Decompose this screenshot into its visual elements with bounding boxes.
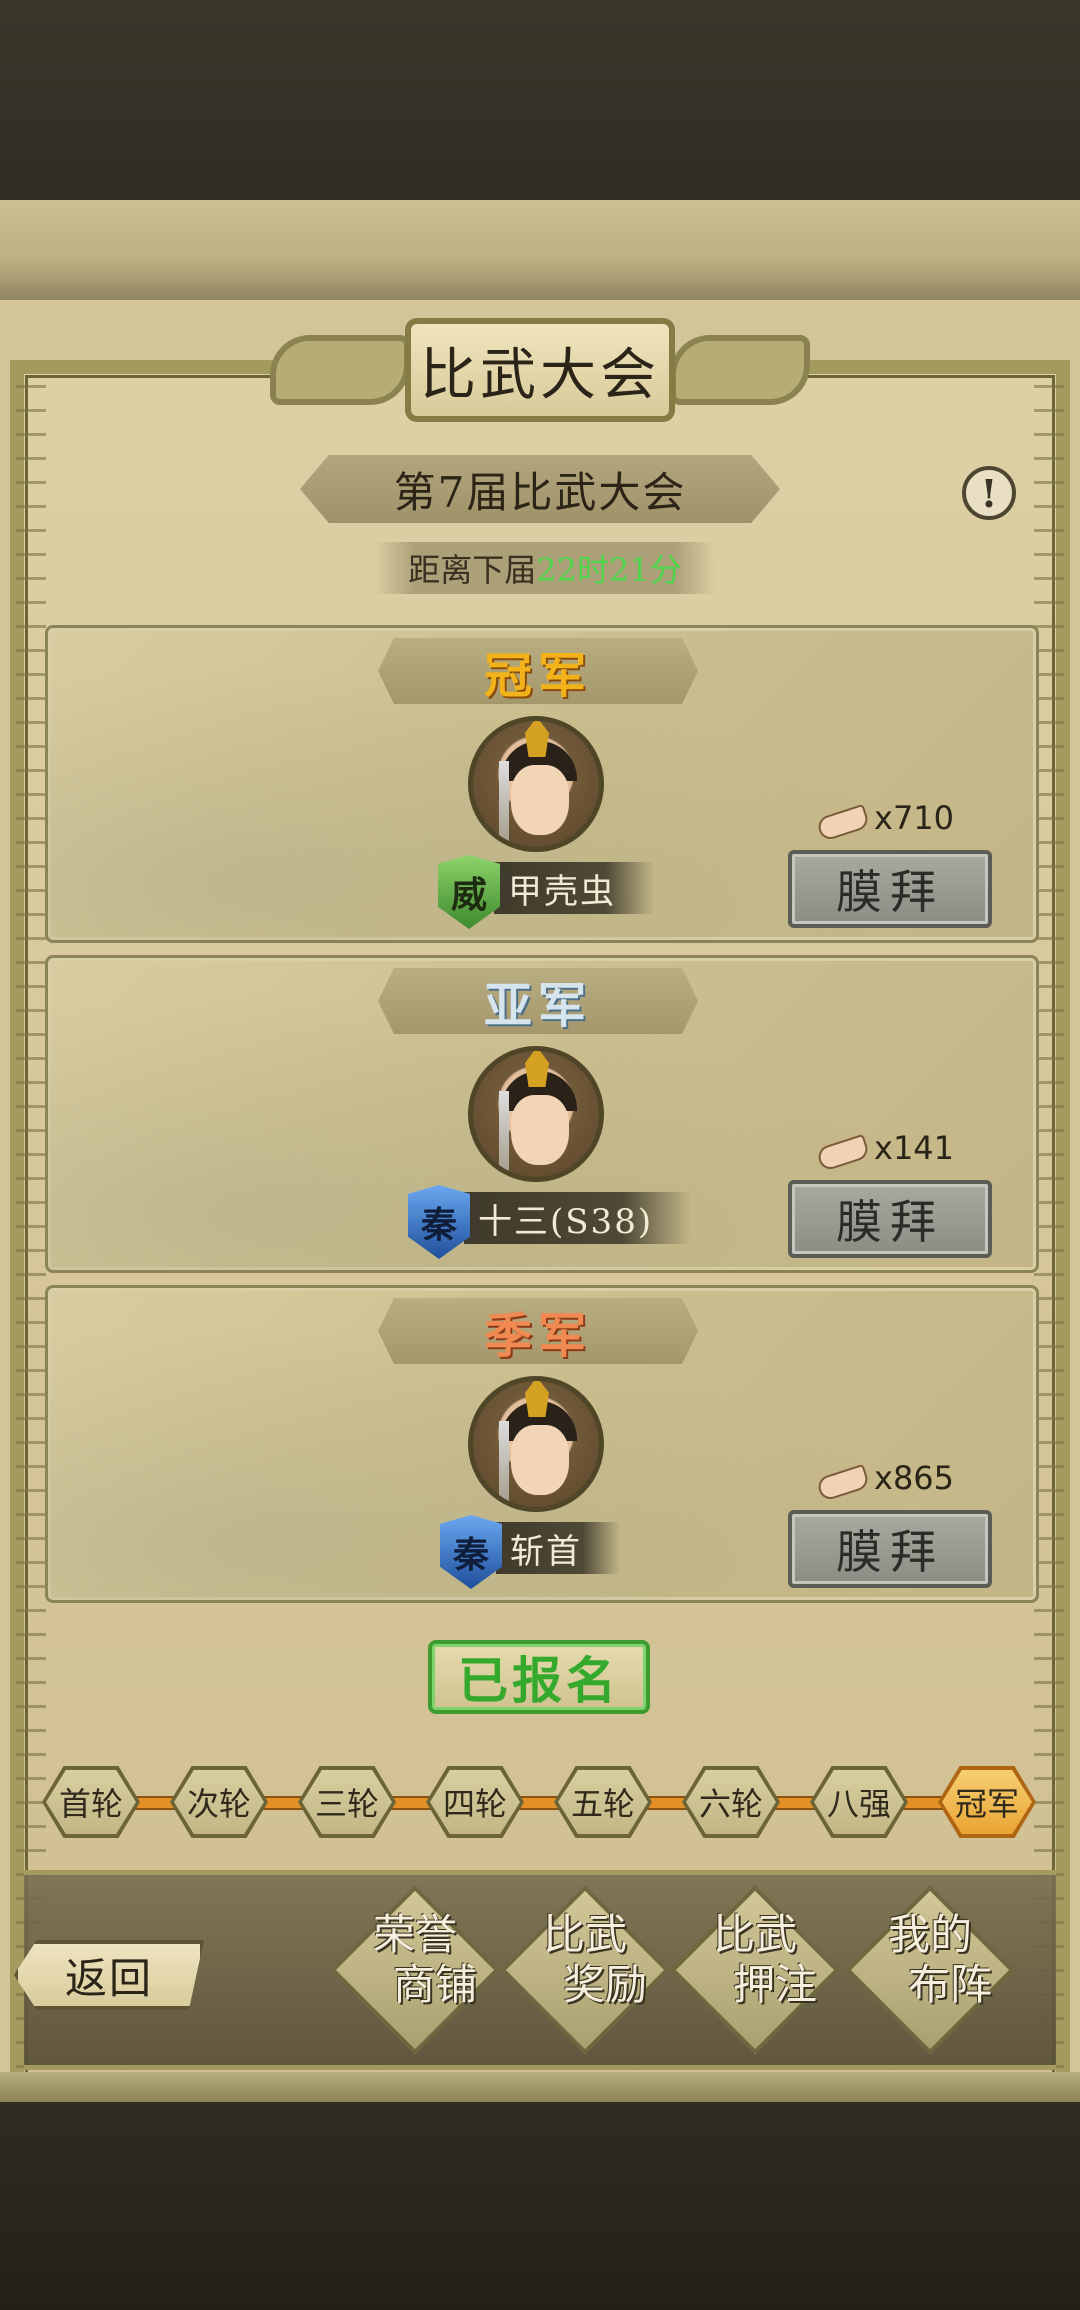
round-final-active[interactable]: 冠军	[938, 1766, 1036, 1838]
round-label: 次轮	[174, 1770, 264, 1834]
runner-up-name-tag: 秦 十三(S38)	[408, 1185, 692, 1259]
round-4[interactable]: 四轮	[426, 1766, 524, 1838]
round-label: 冠军	[942, 1770, 1032, 1834]
session-title: 第7届比武大会	[300, 455, 780, 523]
rank-title-third: 季军	[378, 1298, 698, 1364]
champion-card: 冠军 威 甲壳虫 x710 膜拜	[45, 625, 1039, 943]
bottom-trim	[0, 2072, 1080, 2102]
worship-button[interactable]: 膜拜	[788, 1180, 992, 1258]
rank-title-runner-up: 亚军	[378, 968, 698, 1034]
third-place-name-tag: 秦 斩首	[440, 1515, 620, 1589]
third-place-card: 季军 秦 斩首 x865 膜拜	[45, 1285, 1039, 1603]
champion-avatar[interactable]	[468, 716, 604, 852]
round-2[interactable]: 次轮	[170, 1766, 268, 1838]
third-place-avatar[interactable]	[468, 1376, 604, 1512]
worship-count-value: x141	[874, 1129, 955, 1167]
countdown: 距离下届 22时21分	[375, 542, 715, 594]
title-plaque: 比武大会	[270, 315, 810, 425]
round-quarterfinal[interactable]: 八强	[810, 1766, 908, 1838]
champion-name-tag: 威 甲壳虫	[438, 855, 654, 929]
menu-label: 荣誉 商铺	[372, 1910, 477, 2009]
round-label: 首轮	[46, 1770, 136, 1834]
frame-top-band	[0, 200, 1080, 300]
worship-count: x865	[816, 1456, 954, 1500]
round-label: 四轮	[430, 1770, 520, 1834]
player-name: 甲壳虫	[494, 862, 654, 914]
tournament-rewards-button[interactable]: 比武 奖励	[500, 1885, 670, 2055]
worship-count-value: x865	[874, 1459, 955, 1497]
player-name: 斩首	[496, 1522, 620, 1574]
round-1[interactable]: 首轮	[42, 1766, 140, 1838]
bottom-background	[0, 2100, 1080, 2310]
round-3[interactable]: 三轮	[298, 1766, 396, 1838]
round-label: 八强	[814, 1770, 904, 1834]
round-5[interactable]: 五轮	[554, 1766, 652, 1838]
countdown-time: 22时21分	[536, 551, 682, 589]
runner-up-avatar[interactable]	[468, 1046, 604, 1182]
tournament-bet-button[interactable]: 比武 押注	[670, 1885, 840, 2055]
info-icon[interactable]: !	[962, 466, 1016, 520]
honor-shop-button[interactable]: 荣誉 商铺	[330, 1885, 500, 2055]
faction-emblem-icon: 秦	[408, 1185, 470, 1259]
top-background	[0, 0, 1080, 200]
worship-hand-icon	[816, 801, 868, 835]
worship-button[interactable]: 膜拜	[788, 1510, 992, 1588]
back-button[interactable]: 返回	[14, 1940, 204, 2010]
player-name: 十三(S38)	[464, 1192, 692, 1244]
worship-count: x710	[816, 796, 954, 840]
rank-title-champion: 冠军	[378, 638, 698, 704]
title-wing-right	[670, 335, 810, 405]
signed-up-button[interactable]: 已报名	[428, 1640, 650, 1714]
my-formation-button[interactable]: 我的 布阵	[845, 1885, 1015, 2055]
round-label: 六轮	[686, 1770, 776, 1834]
round-tracker: 首轮 次轮 三轮 四轮 五轮 六轮 八强 冠军	[40, 1766, 1040, 1838]
faction-emblem-icon: 威	[438, 855, 500, 929]
menu-label: 比武 押注	[712, 1910, 817, 2009]
menu-label: 比武 奖励	[542, 1910, 647, 2009]
faction-emblem-icon: 秦	[440, 1515, 502, 1589]
round-label: 五轮	[558, 1770, 648, 1834]
round-6[interactable]: 六轮	[682, 1766, 780, 1838]
worship-count: x141	[816, 1126, 954, 1170]
round-label: 三轮	[302, 1770, 392, 1834]
menu-label: 我的 布阵	[887, 1910, 992, 2009]
runner-up-card: 亚军 秦 十三(S38) x141 膜拜	[45, 955, 1039, 1273]
page-title: 比武大会	[405, 318, 675, 422]
title-wing-left	[270, 335, 410, 405]
worship-count-value: x710	[874, 799, 955, 837]
worship-hand-icon	[816, 1461, 868, 1495]
countdown-label: 距离下届	[408, 551, 537, 589]
worship-hand-icon	[816, 1131, 868, 1165]
worship-button[interactable]: 膜拜	[788, 850, 992, 928]
